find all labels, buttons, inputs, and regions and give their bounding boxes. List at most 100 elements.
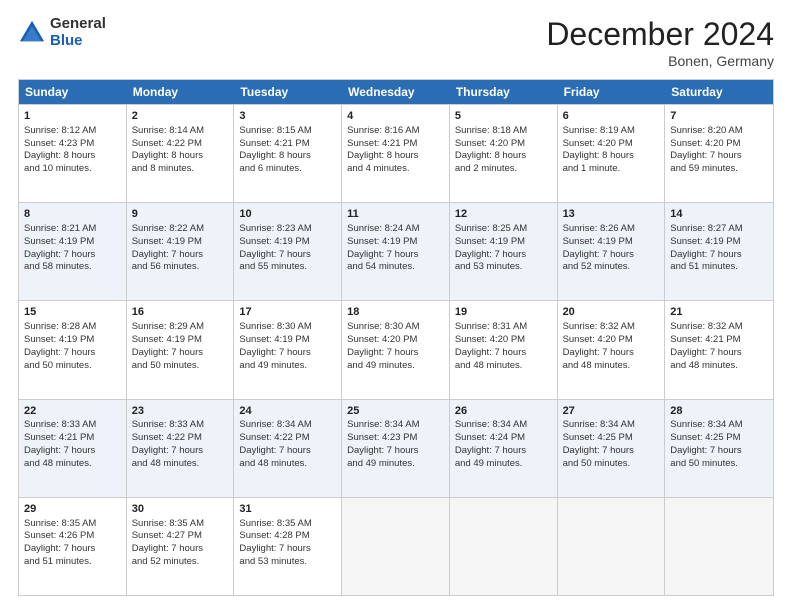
cell-line: Sunset: 4:21 PM <box>239 138 336 151</box>
day-number: 6 <box>563 109 660 124</box>
cell-line: Daylight: 7 hours <box>670 347 768 360</box>
header-day: Saturday <box>665 80 773 104</box>
page: General Blue December 2024 Bonen, German… <box>0 0 792 612</box>
cell-line: Sunset: 4:24 PM <box>455 432 552 445</box>
day-number: 7 <box>670 109 768 124</box>
cell-line: Sunrise: 8:34 AM <box>563 419 660 432</box>
cell-line: Sunrise: 8:26 AM <box>563 223 660 236</box>
cell-line: Sunset: 4:28 PM <box>239 530 336 543</box>
cell-line: and 48 minutes. <box>132 458 229 471</box>
cell-line: and 50 minutes. <box>132 360 229 373</box>
cell-line: and 53 minutes. <box>455 261 552 274</box>
cell-line: Sunset: 4:21 PM <box>670 334 768 347</box>
header: General Blue December 2024 Bonen, German… <box>18 16 774 69</box>
header-day: Monday <box>127 80 235 104</box>
calendar-cell: 25Sunrise: 8:34 AMSunset: 4:23 PMDayligh… <box>342 400 450 497</box>
cell-line: Sunset: 4:19 PM <box>563 236 660 249</box>
cell-line: and 58 minutes. <box>24 261 121 274</box>
calendar: SundayMondayTuesdayWednesdayThursdayFrid… <box>18 79 774 596</box>
calendar-cell: 21Sunrise: 8:32 AMSunset: 4:21 PMDayligh… <box>665 301 773 398</box>
day-number: 12 <box>455 207 552 222</box>
logo-icon <box>18 19 46 47</box>
calendar-cell: 11Sunrise: 8:24 AMSunset: 4:19 PMDayligh… <box>342 203 450 300</box>
cell-line: Daylight: 7 hours <box>563 249 660 262</box>
cell-line: Sunrise: 8:35 AM <box>239 518 336 531</box>
cell-line: Daylight: 7 hours <box>455 249 552 262</box>
cell-line: Sunset: 4:19 PM <box>24 334 121 347</box>
cell-line: Sunrise: 8:35 AM <box>132 518 229 531</box>
calendar-cell: 29Sunrise: 8:35 AMSunset: 4:26 PMDayligh… <box>19 498 127 595</box>
header-day: Thursday <box>450 80 558 104</box>
cell-line: and 49 minutes. <box>239 360 336 373</box>
cell-line: Daylight: 8 hours <box>24 150 121 163</box>
calendar-cell: 3Sunrise: 8:15 AMSunset: 4:21 PMDaylight… <box>234 105 342 202</box>
cell-line: and 50 minutes. <box>563 458 660 471</box>
day-number: 15 <box>24 305 121 320</box>
day-number: 25 <box>347 404 444 419</box>
cell-line: Sunset: 4:23 PM <box>347 432 444 445</box>
cell-line: Sunset: 4:22 PM <box>132 138 229 151</box>
cell-line: and 53 minutes. <box>239 556 336 569</box>
calendar-cell: 19Sunrise: 8:31 AMSunset: 4:20 PMDayligh… <box>450 301 558 398</box>
cell-line: Sunset: 4:26 PM <box>24 530 121 543</box>
calendar-row: 8Sunrise: 8:21 AMSunset: 4:19 PMDaylight… <box>19 202 773 300</box>
calendar-cell: 10Sunrise: 8:23 AMSunset: 4:19 PMDayligh… <box>234 203 342 300</box>
day-number: 28 <box>670 404 768 419</box>
cell-line: Daylight: 7 hours <box>670 249 768 262</box>
cell-line: Sunset: 4:20 PM <box>563 138 660 151</box>
calendar-cell <box>665 498 773 595</box>
cell-line: Sunrise: 8:32 AM <box>670 321 768 334</box>
calendar-cell: 22Sunrise: 8:33 AMSunset: 4:21 PMDayligh… <box>19 400 127 497</box>
cell-line: Daylight: 7 hours <box>670 445 768 458</box>
day-number: 5 <box>455 109 552 124</box>
calendar-row: 29Sunrise: 8:35 AMSunset: 4:26 PMDayligh… <box>19 497 773 595</box>
calendar-cell: 1Sunrise: 8:12 AMSunset: 4:23 PMDaylight… <box>19 105 127 202</box>
cell-line: Sunrise: 8:31 AM <box>455 321 552 334</box>
cell-line: Sunset: 4:19 PM <box>132 236 229 249</box>
cell-line: Sunrise: 8:19 AM <box>563 125 660 138</box>
calendar-cell: 17Sunrise: 8:30 AMSunset: 4:19 PMDayligh… <box>234 301 342 398</box>
calendar-cell: 7Sunrise: 8:20 AMSunset: 4:20 PMDaylight… <box>665 105 773 202</box>
cell-line: Sunset: 4:21 PM <box>347 138 444 151</box>
cell-line: Daylight: 8 hours <box>132 150 229 163</box>
cell-line: Daylight: 7 hours <box>132 249 229 262</box>
header-day: Sunday <box>19 80 127 104</box>
cell-line: and 10 minutes. <box>24 163 121 176</box>
cell-line: Daylight: 7 hours <box>239 543 336 556</box>
cell-line: Daylight: 7 hours <box>24 347 121 360</box>
cell-line: and 48 minutes. <box>24 458 121 471</box>
calendar-cell <box>450 498 558 595</box>
calendar-cell: 20Sunrise: 8:32 AMSunset: 4:20 PMDayligh… <box>558 301 666 398</box>
cell-line: Sunrise: 8:23 AM <box>239 223 336 236</box>
calendar-cell: 14Sunrise: 8:27 AMSunset: 4:19 PMDayligh… <box>665 203 773 300</box>
cell-line: Sunrise: 8:21 AM <box>24 223 121 236</box>
day-number: 27 <box>563 404 660 419</box>
cell-line: Sunset: 4:19 PM <box>132 334 229 347</box>
cell-line: Sunrise: 8:24 AM <box>347 223 444 236</box>
calendar-row: 15Sunrise: 8:28 AMSunset: 4:19 PMDayligh… <box>19 300 773 398</box>
cell-line: Daylight: 8 hours <box>455 150 552 163</box>
cell-line: Sunset: 4:19 PM <box>239 236 336 249</box>
cell-line: Sunrise: 8:25 AM <box>455 223 552 236</box>
cell-line: and 2 minutes. <box>455 163 552 176</box>
day-number: 8 <box>24 207 121 222</box>
calendar-cell: 28Sunrise: 8:34 AMSunset: 4:25 PMDayligh… <box>665 400 773 497</box>
cell-line: Sunrise: 8:35 AM <box>24 518 121 531</box>
cell-line: Sunrise: 8:30 AM <box>239 321 336 334</box>
cell-line: and 48 minutes. <box>239 458 336 471</box>
day-number: 20 <box>563 305 660 320</box>
header-day: Wednesday <box>342 80 450 104</box>
header-day: Tuesday <box>234 80 342 104</box>
day-number: 16 <box>132 305 229 320</box>
cell-line: Sunrise: 8:18 AM <box>455 125 552 138</box>
cell-line: Daylight: 8 hours <box>563 150 660 163</box>
calendar-cell: 23Sunrise: 8:33 AMSunset: 4:22 PMDayligh… <box>127 400 235 497</box>
cell-line: and 1 minute. <box>563 163 660 176</box>
day-number: 29 <box>24 502 121 517</box>
cell-line: Daylight: 7 hours <box>24 249 121 262</box>
cell-line: and 51 minutes. <box>24 556 121 569</box>
calendar-cell: 2Sunrise: 8:14 AMSunset: 4:22 PMDaylight… <box>127 105 235 202</box>
logo-text: General Blue <box>50 16 106 49</box>
cell-line: and 8 minutes. <box>132 163 229 176</box>
cell-line: Sunrise: 8:33 AM <box>132 419 229 432</box>
